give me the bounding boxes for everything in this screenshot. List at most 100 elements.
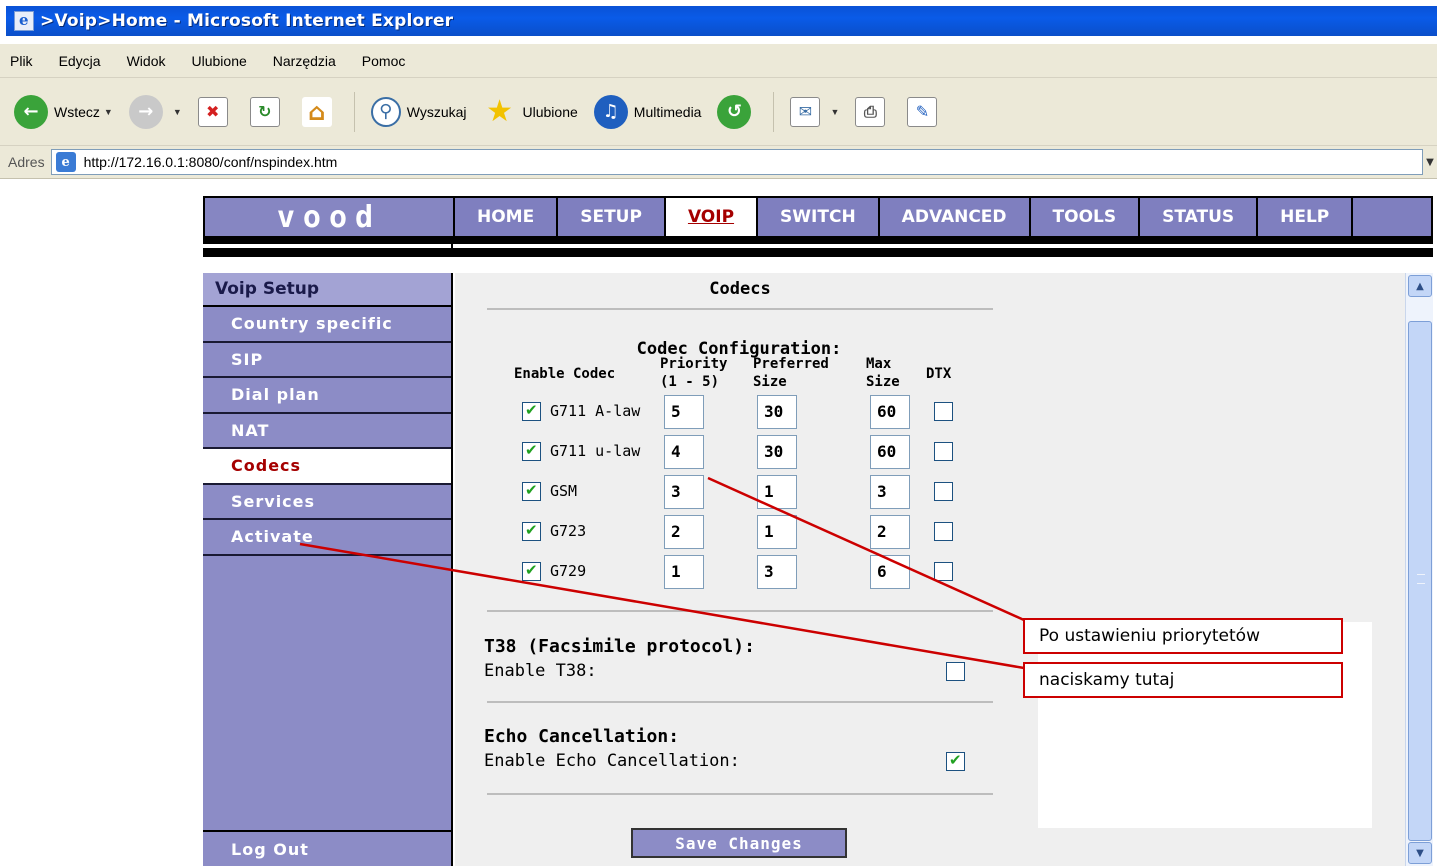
enable-codec-checkbox[interactable] <box>522 441 541 461</box>
divider <box>487 308 993 310</box>
max-size-input[interactable]: 2 <box>870 515 910 549</box>
edit-button[interactable]: ✎ <box>907 96 943 127</box>
codec-name: G711 u-law <box>550 442 641 460</box>
scroll-thumb[interactable] <box>1408 321 1432 841</box>
enable-codec-checkbox[interactable] <box>522 401 541 421</box>
preferred-size-input[interactable]: 30 <box>757 395 797 429</box>
history-icon: ↺ <box>717 94 752 129</box>
menu-widok[interactable]: Widok <box>127 53 166 69</box>
edit-icon: ✎ <box>907 96 938 127</box>
max-size-input[interactable]: 60 <box>870 435 910 469</box>
back-label: Wstecz <box>54 103 100 120</box>
menu-pomoc[interactable]: Pomoc <box>362 53 406 69</box>
save-changes-button[interactable]: Save Changes <box>631 828 847 858</box>
mail-button[interactable]: ✉ ▼ <box>790 96 839 127</box>
star-icon: ★ <box>486 94 513 129</box>
enable-echo-checkbox[interactable] <box>946 751 965 771</box>
max-size-input[interactable]: 6 <box>870 555 910 589</box>
favorites-label: Ulubione <box>522 103 578 120</box>
menu-narzedzia[interactable]: Narzędzia <box>273 53 336 69</box>
menu-edycja[interactable]: Edycja <box>59 53 101 69</box>
tab-switch[interactable]: SWITCH <box>758 198 880 236</box>
preferred-size-input[interactable]: 30 <box>757 435 797 469</box>
sidebar-item-country-specific[interactable]: Country specific <box>203 307 451 343</box>
priority-input[interactable]: 5 <box>664 395 704 429</box>
address-field[interactable]: e http://172.16.0.1:8080/conf/nspindex.h… <box>50 149 1423 175</box>
max-size-input[interactable]: 3 <box>870 475 910 509</box>
stop-button[interactable]: ✖ <box>197 96 234 127</box>
enable-codec-checkbox[interactable] <box>522 481 541 501</box>
col-max-line2: Size <box>866 374 900 390</box>
col-priority: Priority (1 - 5) <box>660 355 727 391</box>
logout-link[interactable]: Log Out <box>203 830 451 866</box>
max-size-input[interactable]: 60 <box>870 395 910 429</box>
enable-codec-checkbox[interactable] <box>522 521 541 541</box>
tab-advanced[interactable]: ADVANCED <box>880 198 1031 236</box>
priority-input[interactable]: 1 <box>664 555 704 589</box>
titlebar-bar: >Voip>Home - Microsoft Internet Explorer <box>6 6 1437 36</box>
t38-title: T38 (Facsimile protocol): <box>484 636 755 657</box>
scroll-up-icon[interactable]: ▲ <box>1408 275 1432 297</box>
tab-status[interactable]: STATUS <box>1140 198 1259 236</box>
sidebar-item-codecs[interactable]: Codecs <box>203 449 451 485</box>
enable-t38-checkbox[interactable] <box>946 662 965 681</box>
menu-plik[interactable]: Plik <box>10 53 33 69</box>
divider <box>487 701 993 703</box>
sidebar-item-sip[interactable]: SIP <box>203 343 451 378</box>
toolbar-separator-2 <box>773 91 775 132</box>
forward-dropdown-icon[interactable]: ▼ <box>173 107 182 117</box>
home-button[interactable]: ⌂ <box>301 96 338 127</box>
window-titlebar: >Voip>Home - Microsoft Internet Explorer <box>0 0 1437 40</box>
mail-dropdown-icon[interactable]: ▼ <box>830 107 839 117</box>
forward-button[interactable]: → ▼ <box>128 94 182 129</box>
dtx-checkbox[interactable] <box>934 522 953 541</box>
col-max-size: Max Size <box>866 355 900 391</box>
tab-tools[interactable]: TOOLS <box>1031 198 1141 236</box>
priority-input[interactable]: 3 <box>664 475 704 509</box>
codec-row: G723 2 1 2 <box>455 514 1025 550</box>
sidebar-item-dial-plan[interactable]: Dial plan <box>203 378 451 414</box>
divider <box>487 793 993 795</box>
preferred-size-input[interactable]: 3 <box>757 555 797 589</box>
t38-label: Enable T38: <box>484 661 597 681</box>
dtx-checkbox[interactable] <box>934 562 953 581</box>
menu-ulubione[interactable]: Ulubione <box>192 53 247 69</box>
echo-title: Echo Cancellation: <box>484 726 680 747</box>
priority-input[interactable]: 4 <box>664 435 704 469</box>
history-button[interactable]: ↺ <box>717 94 757 129</box>
echo-label: Enable Echo Cancellation: <box>484 751 740 771</box>
dtx-checkbox[interactable] <box>934 482 953 501</box>
sidebar-title: Voip Setup <box>203 273 451 307</box>
preferred-size-input[interactable]: 1 <box>757 475 797 509</box>
tab-help[interactable]: HELP <box>1258 198 1354 236</box>
vertical-scrollbar[interactable]: ▲ ▼ <box>1405 273 1433 866</box>
sidebar-item-activate[interactable]: Activate <box>203 520 451 556</box>
sidebar-item-nat[interactable]: NAT <box>203 414 451 449</box>
search-button[interactable]: ⚲ Wyszukaj <box>370 96 467 127</box>
tab-setup[interactable]: SETUP <box>558 198 666 236</box>
refresh-button[interactable]: ↻ <box>249 96 286 127</box>
back-dropdown-icon[interactable]: ▼ <box>104 107 113 117</box>
sidebar-item-services[interactable]: Services <box>203 485 451 520</box>
favorites-button[interactable]: ★ Ulubione <box>483 94 578 129</box>
scroll-down-icon[interactable]: ▼ <box>1408 842 1432 864</box>
col-priority-line2: (1 - 5) <box>660 374 720 390</box>
address-label: Adres <box>8 154 45 170</box>
address-url[interactable]: http://172.16.0.1:8080/conf/nspindex.htm <box>84 154 338 170</box>
preferred-size-input[interactable]: 1 <box>757 515 797 549</box>
print-icon: ⎙ <box>855 96 886 127</box>
dtx-checkbox[interactable] <box>934 402 953 421</box>
tab-home[interactable]: HOME <box>455 198 559 236</box>
enable-codec-checkbox[interactable] <box>522 561 541 581</box>
tab-voip[interactable]: VOIP <box>665 198 759 236</box>
back-button[interactable]: ← Wstecz ▼ <box>14 94 113 129</box>
col-preferred-size: Preferred Size <box>753 355 829 391</box>
browser-toolbar: ← Wstecz ▼ → ▼ ✖ ↻ ⌂ ⚲ Wyszukaj ★ Ulubio… <box>0 78 1437 146</box>
dtx-checkbox[interactable] <box>934 442 953 461</box>
address-dropdown-icon[interactable]: ▼ <box>1423 149 1437 175</box>
codec-name: G729 <box>550 562 587 580</box>
print-button[interactable]: ⎙ <box>855 96 891 127</box>
priority-input[interactable]: 2 <box>664 515 704 549</box>
media-button[interactable]: ♫ Multimedia <box>593 94 701 129</box>
scroll-grip-icon <box>1417 574 1425 584</box>
